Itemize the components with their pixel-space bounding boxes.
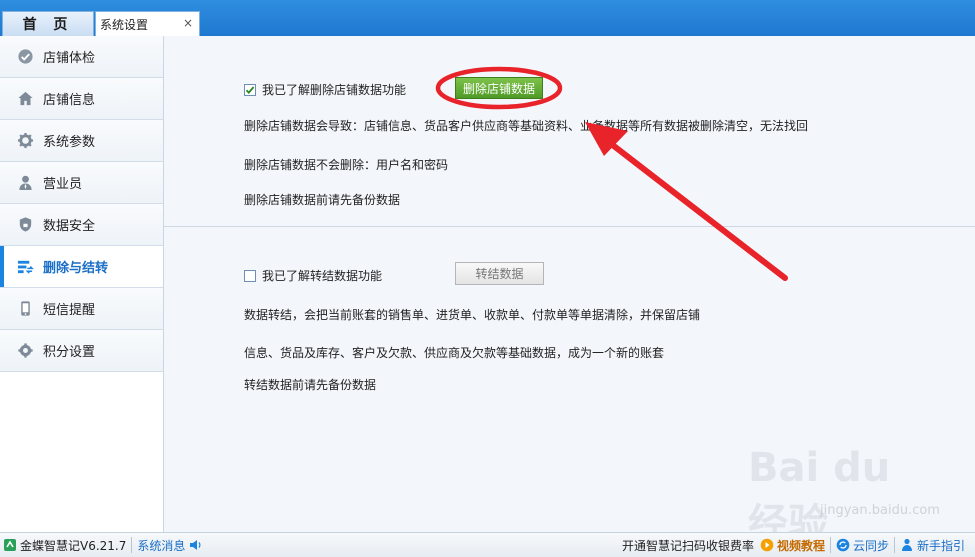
transfer-desc-line1: 数据转结，会把当前账套的销售单、进货单、收款单、付款单等单据清除，并保留店铺 bbox=[244, 308, 701, 322]
delete-keeps-text: 删除店铺数据不会删除：用户名和密码 bbox=[244, 158, 449, 172]
transfer-icon bbox=[16, 258, 34, 276]
sidebar-item-store-info[interactable]: 店铺信息 bbox=[0, 78, 163, 120]
beginner-guide-link[interactable]: 新手指引 bbox=[900, 537, 965, 554]
transfer-data-button[interactable]: 转结数据 bbox=[455, 262, 544, 285]
play-icon bbox=[760, 538, 774, 552]
shield-icon bbox=[16, 216, 34, 234]
phone-icon bbox=[16, 300, 34, 318]
sidebar-item-label: 店铺信息 bbox=[43, 93, 96, 108]
sidebar-item-label: 积分设置 bbox=[43, 345, 96, 360]
sidebar-item-label: 营业员 bbox=[43, 177, 83, 192]
delete-consequence-text: 删除店铺数据会导致：店铺信息、货品客户供应商等基础资料、业务数据等所有数据被删除… bbox=[244, 119, 809, 133]
cog-small-icon bbox=[16, 342, 34, 360]
sidebar-item-delete-and-transfer[interactable]: 删除与结转 bbox=[0, 246, 163, 288]
transfer-confirm-checkbox-row[interactable]: 我已了解转结数据功能 bbox=[244, 267, 382, 284]
sidebar-item-data-security[interactable]: 数据安全 bbox=[0, 204, 163, 246]
sidebar-item-label: 店铺体检 bbox=[43, 51, 96, 66]
status-divider bbox=[131, 537, 133, 553]
delete-backup-text: 删除店铺数据前请先备份数据 bbox=[244, 193, 401, 207]
user-icon bbox=[16, 174, 34, 192]
sidebar-item-label: 删除与结转 bbox=[43, 261, 109, 276]
delete-store-data-section: 我已了解删除店铺数据功能 删除店铺数据 删除店铺数据会导致：店铺信息、货品客户供… bbox=[164, 36, 975, 227]
sidebar-item-sms-reminder[interactable]: 短信提醒 bbox=[0, 288, 163, 330]
tab-system-settings[interactable]: 系统设置 × bbox=[95, 11, 200, 36]
tab-home-label: 首 页 bbox=[22, 17, 74, 33]
transfer-confirm-checkbox[interactable] bbox=[244, 269, 256, 282]
status-divider bbox=[829, 537, 831, 553]
app-logo-icon bbox=[3, 538, 17, 552]
status-bar: 金蝶智慧记V6.21.7 系统消息 开通智慧记扫码收银费率 视频教程 云同步 新… bbox=[0, 532, 975, 557]
close-icon[interactable]: × bbox=[183, 16, 193, 30]
checkmark-icon bbox=[245, 85, 255, 94]
delete-store-data-button[interactable]: 删除店铺数据 bbox=[455, 77, 543, 99]
sidebar-item-points-settings[interactable]: 积分设置 bbox=[0, 330, 163, 372]
speaker-icon bbox=[188, 538, 202, 552]
house-icon bbox=[16, 90, 34, 108]
sidebar-item-label: 短信提醒 bbox=[43, 303, 96, 318]
transfer-desc-line2: 信息、货品及库存、客户及欠款、供应商及欠款等基础数据，成为一个新的账套 bbox=[244, 346, 665, 360]
sidebar-item-system-params[interactable]: 系统参数 bbox=[0, 120, 163, 162]
sidebar-item-label: 系统参数 bbox=[43, 135, 96, 150]
system-messages-link[interactable]: 系统消息 bbox=[137, 537, 205, 554]
transfer-backup-text: 转结数据前请先备份数据 bbox=[244, 378, 377, 392]
tab-settings-label: 系统设置 bbox=[100, 17, 149, 32]
sync-icon bbox=[836, 538, 850, 552]
delete-confirm-label: 我已了解删除店铺数据功能 bbox=[262, 83, 407, 97]
video-tutorial-link[interactable]: 视频教程 bbox=[760, 537, 825, 554]
cloud-sync-link[interactable]: 云同步 bbox=[836, 537, 889, 554]
delete-confirm-checkbox-row[interactable]: 我已了解删除店铺数据功能 bbox=[244, 81, 406, 98]
sidebar: 店铺体检 店铺信息 系统参数 营业员 数据安全 删除与结转 短信提醒 积分设置 bbox=[0, 36, 164, 532]
transfer-confirm-label: 我已了解转结数据功能 bbox=[262, 269, 383, 283]
check-circle-icon bbox=[16, 48, 34, 66]
status-divider bbox=[893, 537, 895, 553]
sidebar-item-label: 数据安全 bbox=[43, 219, 96, 234]
app-version: 金蝶智慧记V6.21.7 bbox=[3, 537, 126, 554]
top-tab-bar: 首 页 系统设置 × bbox=[0, 0, 975, 36]
guide-person-icon bbox=[900, 538, 914, 552]
gear-icon bbox=[16, 132, 34, 150]
sidebar-item-staff[interactable]: 营业员 bbox=[0, 162, 163, 204]
tab-home[interactable]: 首 页 bbox=[2, 11, 94, 36]
promo-link[interactable]: 开通智慧记扫码收银费率 bbox=[622, 537, 754, 554]
delete-confirm-checkbox[interactable] bbox=[244, 83, 256, 96]
sidebar-item-store-checkup[interactable]: 店铺体检 bbox=[0, 36, 163, 78]
main-panel: 我已了解删除店铺数据功能 删除店铺数据 删除店铺数据会导致：店铺信息、货品客户供… bbox=[164, 36, 975, 532]
